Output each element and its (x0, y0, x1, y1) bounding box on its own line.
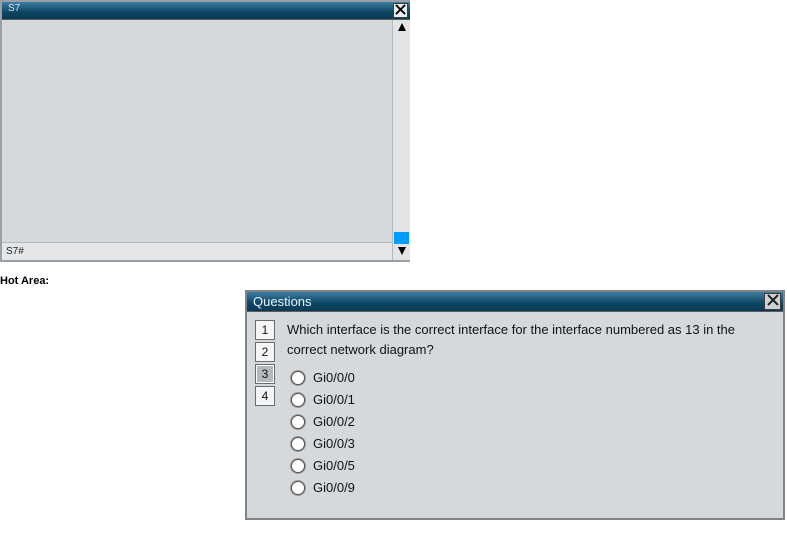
terminal-scrollbar[interactable] (392, 20, 410, 260)
option-label: Gi0/0/9 (313, 480, 355, 495)
option-label: Gi0/0/2 (313, 414, 355, 429)
terminal-title: S7 (8, 3, 20, 14)
question-nav-1[interactable]: 1 (255, 320, 275, 340)
radio-icon (291, 415, 305, 429)
terminal-prompt: S7# (2, 242, 392, 260)
question-content: Which interface is the correct interface… (287, 318, 775, 512)
scroll-thumb[interactable] (394, 232, 409, 244)
question-nav-2[interactable]: 2 (255, 342, 275, 362)
option-label: Gi0/0/5 (313, 458, 355, 473)
scroll-track[interactable] (393, 36, 410, 244)
scroll-down-button[interactable] (393, 244, 410, 260)
question-text: Which interface is the correct interface… (287, 320, 775, 360)
radio-icon (291, 459, 305, 473)
option-1[interactable]: Gi0/0/1 (291, 392, 775, 407)
option-label: Gi0/0/3 (313, 436, 355, 451)
terminal-window: S7 S7# (0, 0, 410, 262)
terminal-close-button[interactable] (393, 3, 408, 18)
question-nav-3[interactable]: 3 (255, 364, 275, 384)
option-5[interactable]: Gi0/0/9 (291, 480, 775, 495)
option-label: Gi0/0/1 (313, 392, 355, 407)
scroll-up-button[interactable] (393, 20, 410, 36)
option-4[interactable]: Gi0/0/5 (291, 458, 775, 473)
chevron-down-icon (397, 245, 407, 259)
close-icon (767, 294, 779, 309)
questions-window: Questions 1 2 3 4 Which interface is the… (245, 290, 785, 520)
option-0[interactable]: Gi0/0/0 (291, 370, 775, 385)
question-nav: 1 2 3 4 (255, 320, 275, 512)
option-label: Gi0/0/0 (313, 370, 355, 385)
questions-title: Questions (253, 294, 312, 309)
close-icon (395, 4, 406, 18)
questions-close-button[interactable] (764, 293, 781, 310)
questions-titlebar: Questions (247, 292, 783, 312)
hot-area-label: Hot Area: (0, 275, 49, 287)
option-2[interactable]: Gi0/0/2 (291, 414, 775, 429)
radio-icon (291, 371, 305, 385)
option-3[interactable]: Gi0/0/3 (291, 436, 775, 451)
questions-body: 1 2 3 4 Which interface is the correct i… (247, 312, 783, 518)
radio-icon (291, 393, 305, 407)
terminal-titlebar: S7 (2, 2, 410, 20)
radio-icon (291, 437, 305, 451)
terminal-body[interactable] (2, 20, 392, 242)
options-list: Gi0/0/0 Gi0/0/1 Gi0/0/2 Gi0/0/3 Gi0/0/5 (287, 370, 775, 495)
radio-icon (291, 481, 305, 495)
question-nav-4[interactable]: 4 (255, 386, 275, 406)
chevron-up-icon (397, 21, 407, 35)
